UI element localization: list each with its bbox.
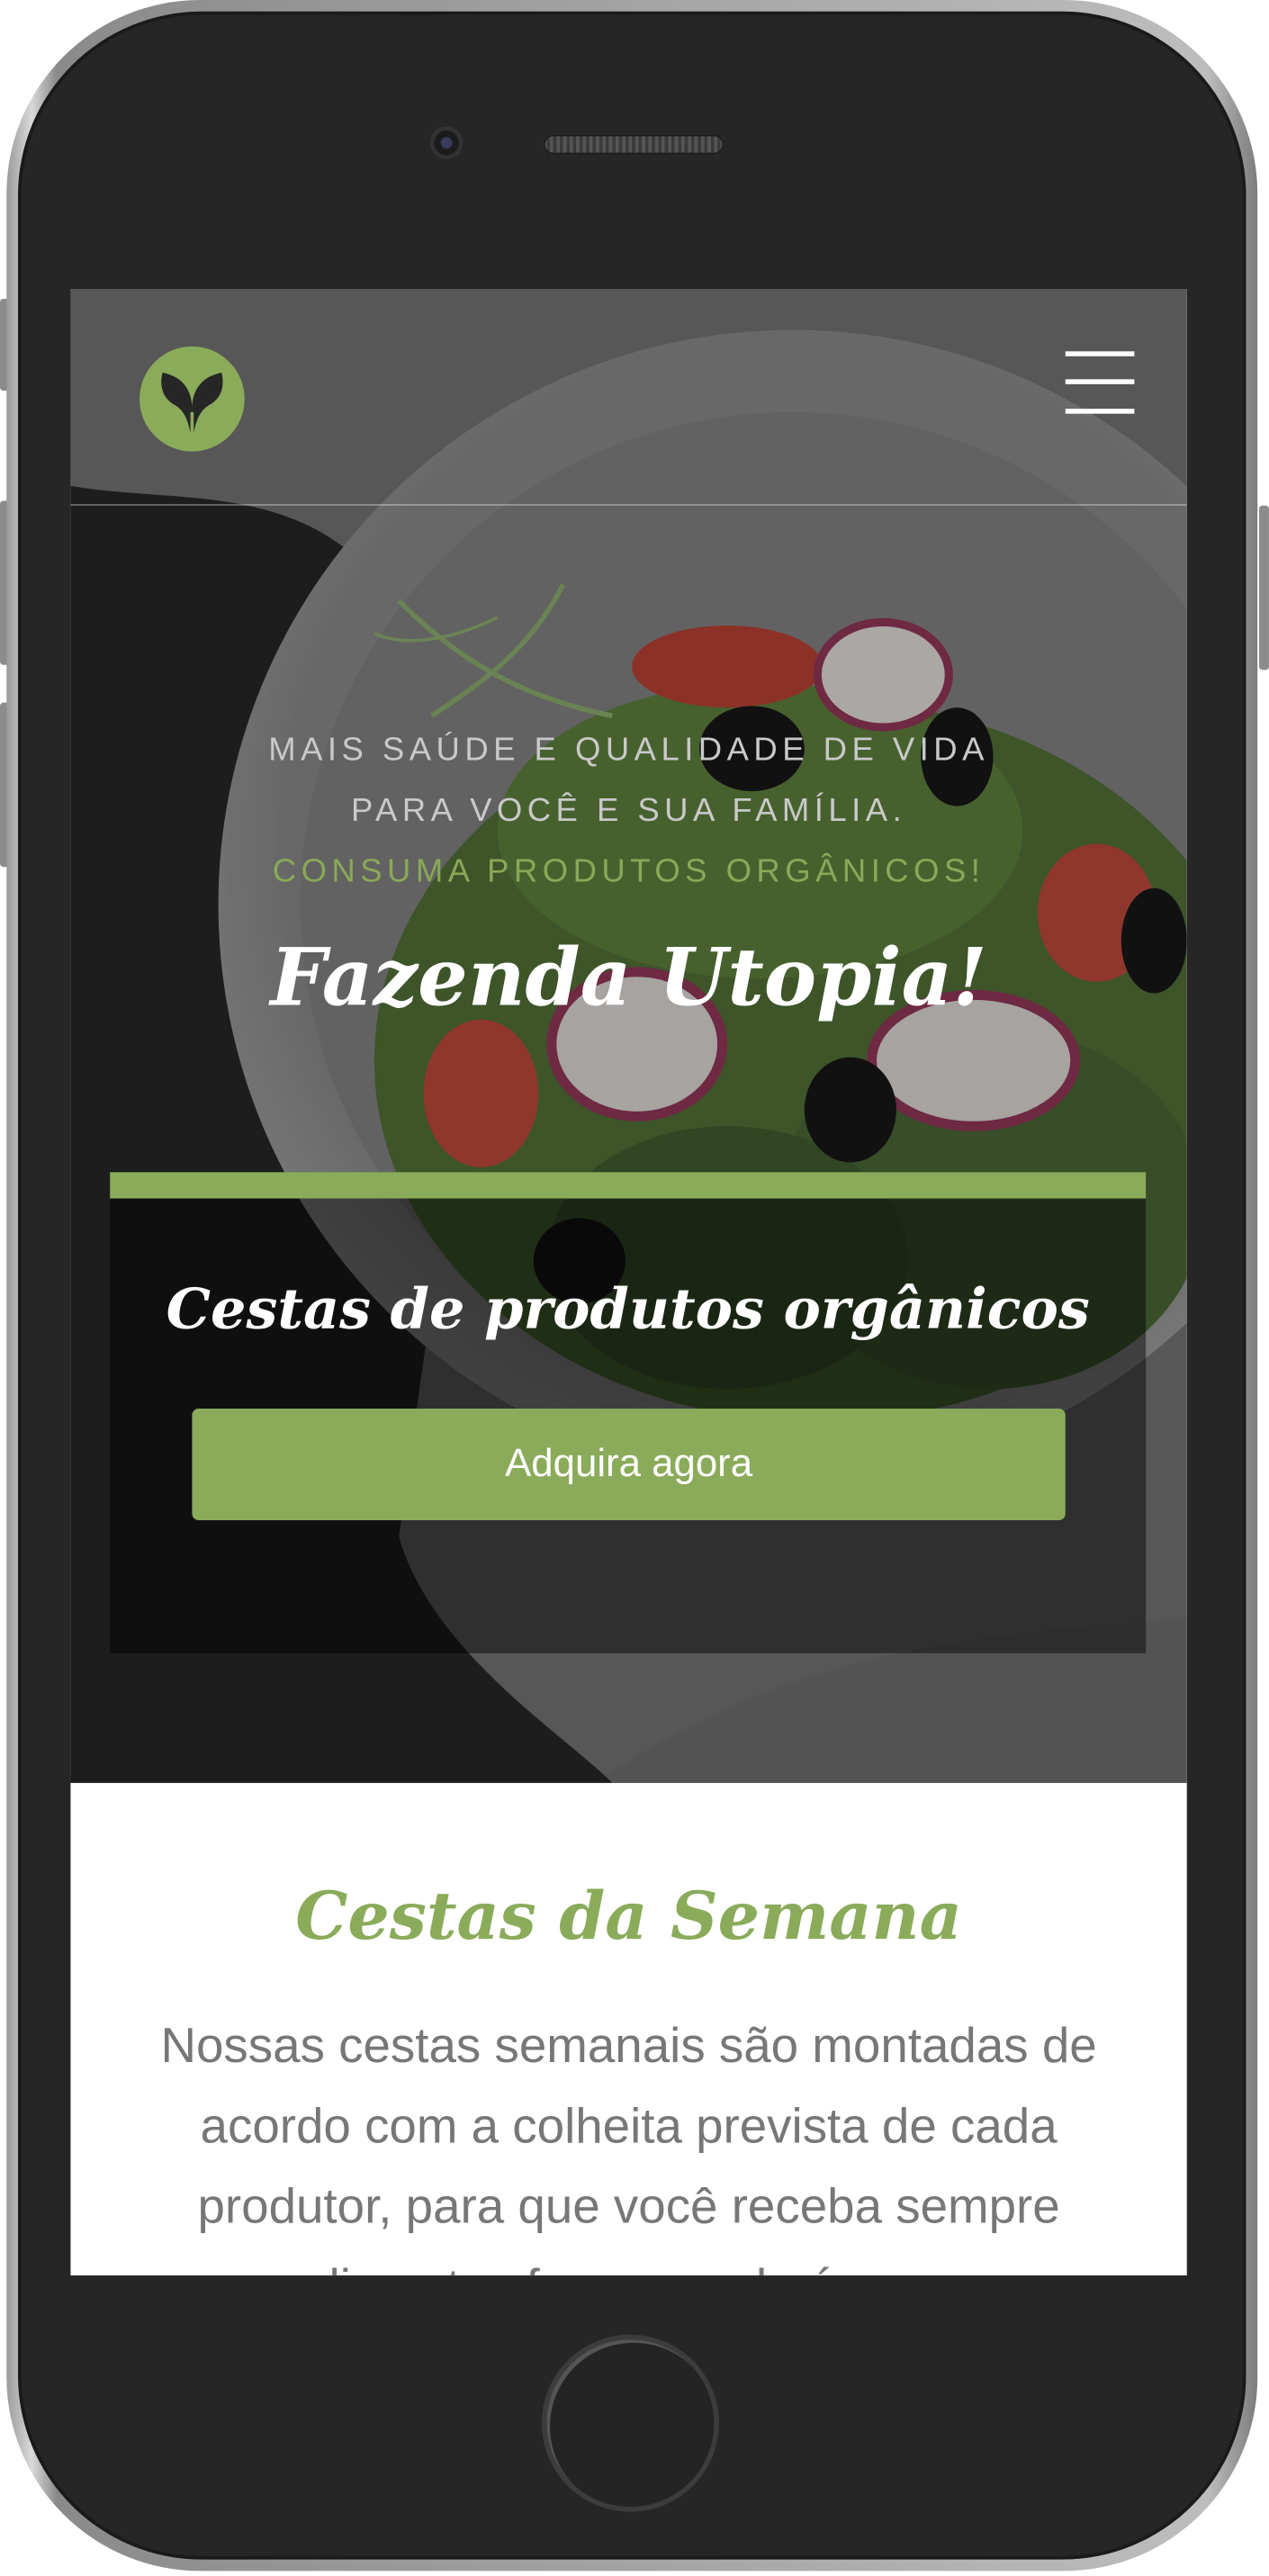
menu-bar [1065,351,1135,356]
menu-bar [1065,409,1135,414]
website-screen: MAIS SAÚDE E QUALIDADE DE VIDA PARA VOCÊ… [70,289,1187,2276]
header-divider [70,503,1187,506]
hero-card: Cestas de produtos orgânicos Adquira ago… [110,1198,1147,1653]
tagline-line-1: MAIS SAÚDE E QUALIDADE DE VIDA [268,732,989,769]
card-title: Cestas de produtos orgânicos [166,1277,1090,1344]
hero-section: MAIS SAÚDE E QUALIDADE DE VIDA PARA VOCÊ… [70,289,1187,1783]
earpiece-speaker [543,134,724,155]
hamburger-menu-icon[interactable] [1065,351,1135,414]
section-description: Nossas cestas semanais são montadas de a… [160,2019,1097,2276]
hero-title: Fazenda Utopia! [270,932,987,1025]
front-camera-icon [429,126,464,159]
leaf-logo-icon[interactable] [140,346,245,452]
tagline-line-2: PARA VOCÊ E SUA FAMÍLIA. [350,792,907,830]
home-button[interactable] [541,2334,719,2512]
tagline-line-3: CONSUMA PRODUTOS ORGÂNICOS! [272,853,986,890]
buy-now-button[interactable]: Adquira agora [192,1408,1066,1521]
power-button [1259,505,1269,671]
card-accent-bar [110,1172,1147,1199]
phone-mockup: MAIS SAÚDE E QUALIDADE DE VIDA PARA VOCÊ… [0,0,1269,2574]
menu-bar [1065,379,1135,384]
section-title: Cestas da Semana [295,1878,962,1956]
